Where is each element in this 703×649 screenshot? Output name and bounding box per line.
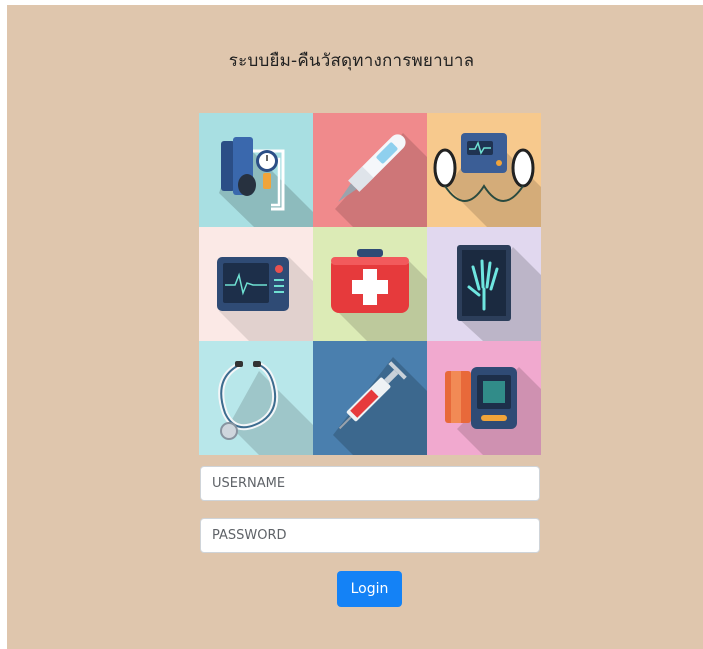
stethoscope-icon (218, 361, 313, 455)
login-button[interactable]: Login (337, 571, 402, 607)
first-aid-kit-icon (331, 249, 427, 341)
medical-icons-grid (199, 113, 541, 455)
defibrillator-icon (433, 133, 541, 227)
username-input[interactable] (200, 466, 540, 501)
tile-thermometer (313, 113, 427, 227)
digital-bp-monitor-icon (445, 367, 541, 455)
thermometer-icon (335, 133, 427, 227)
tile-xray (427, 227, 541, 341)
xray-hand-icon (457, 245, 541, 341)
tile-heart-monitor (199, 227, 313, 341)
blood-pressure-cuff-icon (219, 137, 313, 227)
tile-first-aid-kit (313, 227, 427, 341)
tile-blood-pressure (199, 113, 313, 227)
page-title: ระบบยืม-คืนวัสดุทางการพยาบาล (228, 51, 475, 71)
tile-stethoscope (199, 341, 313, 455)
tile-syringe (313, 341, 427, 455)
heart-monitor-icon (217, 257, 313, 341)
syringe-icon (333, 357, 427, 455)
tile-defibrillator (427, 113, 541, 227)
tile-digital-bp-monitor (427, 341, 541, 455)
password-input[interactable] (200, 518, 540, 553)
